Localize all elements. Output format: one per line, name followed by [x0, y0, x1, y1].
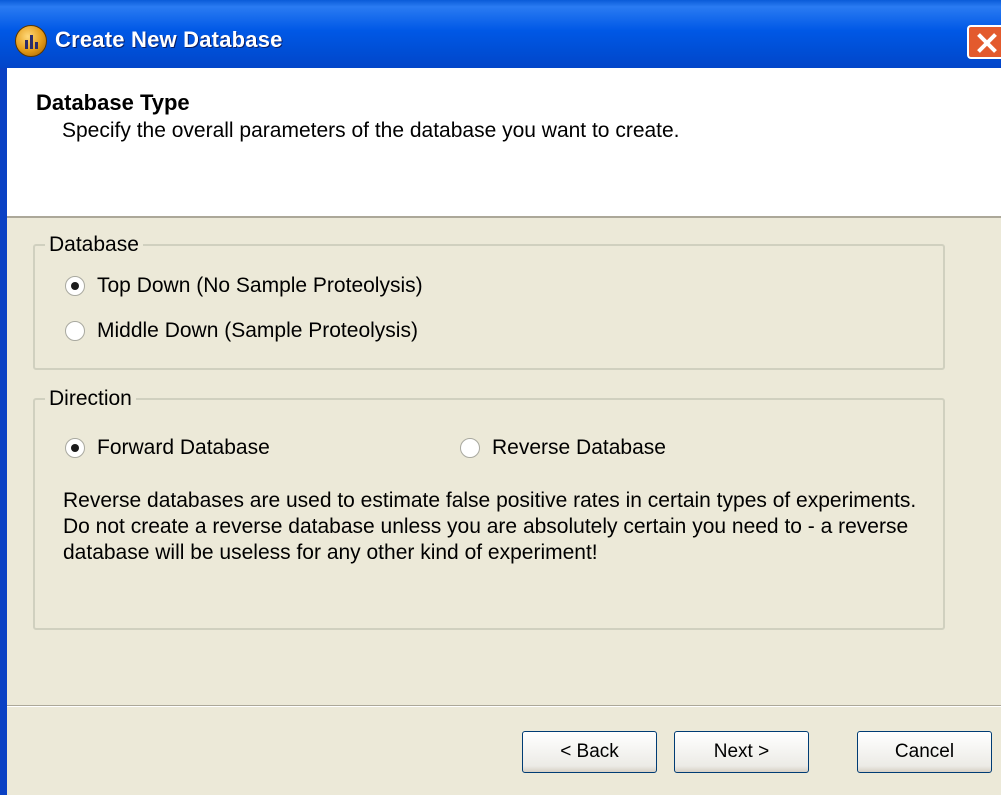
radio-forward-label: Forward Database — [97, 436, 270, 459]
window-title: Create New Database — [55, 27, 283, 52]
next-button[interactable]: Next > — [674, 731, 809, 773]
radio-forward-database[interactable]: Forward Database — [65, 436, 270, 460]
wizard-header: Database Type Specify the overall parame… — [7, 68, 1001, 218]
radio-unchecked-icon[interactable] — [65, 321, 85, 341]
radio-top-down[interactable]: Top Down (No Sample Proteolysis) — [65, 274, 423, 298]
app-icon — [15, 25, 47, 57]
cancel-button[interactable]: Cancel — [857, 731, 992, 773]
window-border — [0, 68, 7, 795]
radio-top-down-label: Top Down (No Sample Proteolysis) — [97, 274, 423, 297]
radio-middle-down-label: Middle Down (Sample Proteolysis) — [97, 319, 418, 342]
radio-unchecked-icon[interactable] — [460, 438, 480, 458]
reverse-database-info-text: Reverse databases are used to estimate f… — [63, 489, 917, 564]
database-groupbox: Database Top Down (No Sample Proteolysis… — [33, 233, 945, 370]
radio-reverse-label: Reverse Database — [492, 436, 666, 459]
create-database-dialog: Create New Database Database Type Specif… — [0, 0, 1001, 795]
database-group-label: Database — [45, 233, 143, 257]
page-subtitle: Specify the overall parameters of the da… — [62, 119, 680, 142]
title-bar: Create New Database — [0, 0, 1001, 68]
direction-group-label: Direction — [45, 387, 136, 411]
direction-groupbox: Direction Forward Database Reverse Datab… — [33, 387, 945, 630]
radio-reverse-database[interactable]: Reverse Database — [460, 436, 666, 460]
radio-checked-icon[interactable] — [65, 276, 85, 296]
back-button[interactable]: < Back — [522, 731, 657, 773]
radio-middle-down[interactable]: Middle Down (Sample Proteolysis) — [65, 319, 418, 343]
radio-checked-icon[interactable] — [65, 438, 85, 458]
page-title: Database Type — [36, 90, 190, 115]
close-icon[interactable] — [967, 25, 1001, 59]
footer-divider — [7, 705, 1001, 707]
